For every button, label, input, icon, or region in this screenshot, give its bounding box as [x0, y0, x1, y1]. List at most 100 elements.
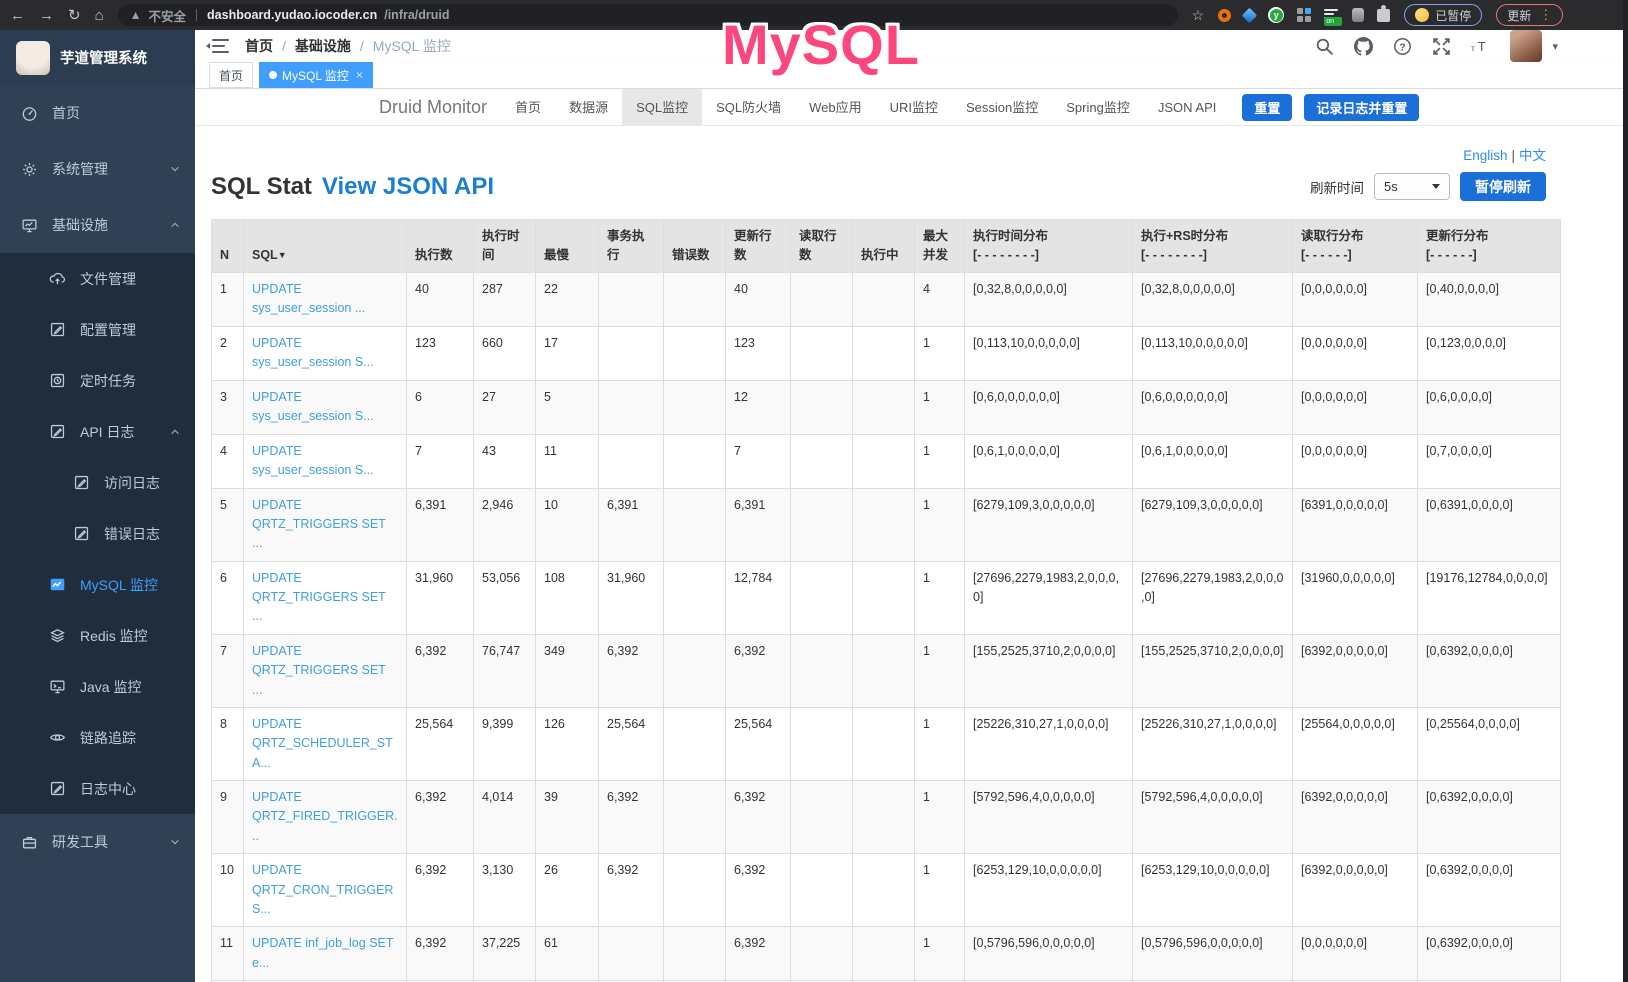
- druid-tab[interactable]: 首页: [501, 89, 555, 126]
- sidebar-item-label: 定时任务: [80, 371, 181, 391]
- reset-button[interactable]: 重置: [1242, 94, 1292, 121]
- druid-navbar: Druid Monitor 首页数据源SQL监控SQL防火墙Web应用URI监控…: [195, 89, 1628, 126]
- lang-link[interactable]: English: [1463, 148, 1507, 163]
- cell-sql: UPDATE sys_user_session S...: [244, 326, 407, 380]
- forward-icon[interactable]: →: [39, 8, 54, 23]
- col-header-slowest: 最慢: [536, 220, 599, 273]
- sidebar-item-error-log[interactable]: 错误日志: [0, 508, 195, 559]
- extension-list-icon[interactable]: on: [1324, 8, 1339, 22]
- druid-tab[interactable]: SQL监控: [622, 89, 702, 126]
- sidebar-item-config-management[interactable]: 配置管理: [0, 304, 195, 355]
- github-icon[interactable]: [1354, 37, 1373, 56]
- menu-dots-icon[interactable]: ⋮: [1539, 7, 1552, 23]
- extension-orange-icon[interactable]: [1218, 9, 1231, 22]
- druid-tab[interactable]: JSON API: [1144, 89, 1231, 126]
- lang-link[interactable]: 中文: [1519, 148, 1546, 163]
- sidebar-item-java-monitor[interactable]: Java 监控: [0, 661, 195, 712]
- pause-refresh-button[interactable]: 暂停刷新: [1460, 172, 1546, 201]
- sidebar-item-dev-tools[interactable]: 研发工具: [0, 814, 195, 870]
- extension-gray-icon[interactable]: [1352, 8, 1364, 22]
- refresh-interval-select[interactable]: 5s: [1374, 173, 1450, 200]
- sql-link[interactable]: UPDATE inf_job_log SET e...: [252, 936, 393, 969]
- cell-read_rows: [791, 854, 853, 927]
- table-row: 1UPDATE sys_user_session ...4028722404[0…: [212, 272, 1561, 326]
- sql-link[interactable]: UPDATE QRTZ_TRIGGERS SET ...: [252, 644, 386, 697]
- breadcrumb-item[interactable]: 首页: [245, 36, 273, 56]
- sql-link[interactable]: UPDATE QRTZ_SCHEDULER_STA...: [252, 717, 393, 770]
- sidebar-item-api-log[interactable]: API 日志: [0, 406, 195, 457]
- extension-gem-icon[interactable]: [1242, 7, 1258, 23]
- dashboard-icon: [20, 104, 38, 122]
- cell-n: 1: [212, 272, 244, 326]
- sql-link[interactable]: UPDATE QRTZ_FIRED_TRIGGER...: [252, 790, 398, 843]
- sql-link[interactable]: UPDATE QRTZ_TRIGGERS SET ...: [252, 571, 386, 624]
- cell-n: 11: [212, 927, 244, 981]
- cell-tx_exec: 6,392: [599, 634, 664, 707]
- druid-tab[interactable]: SQL防火墙: [702, 89, 795, 126]
- security-label: 不安全: [149, 6, 187, 25]
- cell-slowest: 17: [536, 326, 599, 380]
- font-size-icon[interactable]: тT: [1471, 37, 1490, 56]
- help-icon[interactable]: ?: [1393, 37, 1412, 56]
- druid-tab[interactable]: Session监控: [952, 89, 1052, 126]
- tag-tab-inactive[interactable]: 首页: [209, 62, 253, 88]
- sql-link[interactable]: UPDATE QRTZ_TRIGGERS SET ...: [252, 498, 386, 551]
- sidebar-item-mysql-monitor[interactable]: MySQL 监控: [0, 559, 195, 610]
- svg-text:?: ?: [1400, 41, 1406, 53]
- hamburger-icon[interactable]: [209, 38, 229, 54]
- extensions-puzzle-icon[interactable]: [1377, 9, 1390, 22]
- main-area: 首页/基础设施/MySQL 监控 ? тT ▾: [195, 30, 1628, 982]
- sql-link[interactable]: UPDATE sys_user_session S...: [252, 390, 374, 423]
- breadcrumb-item: MySQL 监控: [373, 36, 451, 56]
- sidebar-item-file-management[interactable]: 文件管理: [0, 253, 195, 304]
- breadcrumb-item[interactable]: 基础设施: [295, 36, 351, 56]
- paused-extension-pill[interactable]: 已暂停: [1404, 4, 1482, 26]
- cell-read_dist: [0,0,0,0,0,0]: [1293, 380, 1418, 434]
- emoji-face-icon: [1415, 8, 1429, 22]
- cell-slowest: 11: [536, 434, 599, 488]
- druid-tab[interactable]: URI监控: [876, 89, 952, 126]
- col-header-sql[interactable]: SQL▼: [244, 220, 407, 273]
- sql-link[interactable]: UPDATE sys_user_session S...: [252, 444, 374, 477]
- sql-link[interactable]: UPDATE QRTZ_CRON_TRIGGERS...: [252, 863, 393, 916]
- sidebar-item-access-log[interactable]: 访问日志: [0, 457, 195, 508]
- cell-slowest: 108: [536, 561, 599, 634]
- sidebar-item-system-management[interactable]: 系统管理: [0, 141, 195, 197]
- view-json-api-link[interactable]: View JSON API: [322, 173, 494, 201]
- sidebar-item-tracing[interactable]: 链路追踪: [0, 712, 195, 763]
- druid-tab[interactable]: Web应用: [795, 89, 876, 126]
- cell-max_concurrent: 4: [915, 272, 965, 326]
- sidebar-item-home[interactable]: 首页: [0, 85, 195, 141]
- sidebar-item-label: 链路追踪: [80, 728, 181, 748]
- cell-max_concurrent: 1: [915, 561, 965, 634]
- sidebar-item-infrastructure[interactable]: 基础设施: [0, 197, 195, 253]
- sidebar-item-log-center[interactable]: 日志中心: [0, 763, 195, 814]
- user-avatar[interactable]: [1510, 30, 1542, 62]
- cell-max_concurrent: 1: [915, 854, 965, 927]
- sidebar-item-redis-monitor[interactable]: Redis 监控: [0, 610, 195, 661]
- tag-tab-active[interactable]: MySQL 监控×: [259, 62, 373, 88]
- home-icon[interactable]: ⌂: [95, 8, 104, 23]
- druid-tab[interactable]: 数据源: [555, 89, 622, 126]
- back-icon[interactable]: ←: [10, 8, 25, 23]
- sql-link[interactable]: UPDATE sys_user_session S...: [252, 336, 374, 369]
- sql-link[interactable]: UPDATE sys_user_session ...: [252, 282, 365, 315]
- cell-tx_exec: 31,960: [599, 561, 664, 634]
- close-tab-icon[interactable]: ×: [356, 68, 363, 82]
- avatar-caret-icon[interactable]: ▾: [1552, 40, 1558, 53]
- fullscreen-icon[interactable]: [1432, 37, 1451, 56]
- search-icon[interactable]: [1315, 37, 1334, 56]
- log-and-reset-button[interactable]: 记录日志并重置: [1304, 94, 1419, 121]
- cell-running: [853, 707, 915, 780]
- reload-icon[interactable]: ↻: [68, 8, 81, 23]
- browser-update-pill[interactable]: 更新 ⋮: [1496, 4, 1563, 26]
- druid-brand[interactable]: Druid Monitor: [365, 97, 501, 118]
- extension-grid-icon[interactable]: [1297, 8, 1311, 22]
- extension-green-icon[interactable]: y: [1268, 7, 1284, 23]
- url-bar[interactable]: ▲ 不安全 dashboard.yudao.iocoder.cn/infra/d…: [118, 4, 1178, 26]
- table-row: 2UPDATE sys_user_session S...12366017123…: [212, 326, 1561, 380]
- sql-stat-table: NSQL▼执行数执行时间最慢事务执行错误数更新行数读取行数执行中最大并发执行时间…: [211, 219, 1561, 982]
- bookmark-star-icon[interactable]: ☆: [1192, 7, 1205, 24]
- druid-tab[interactable]: Spring监控: [1052, 89, 1144, 126]
- sidebar-item-scheduled-jobs[interactable]: 定时任务: [0, 355, 195, 406]
